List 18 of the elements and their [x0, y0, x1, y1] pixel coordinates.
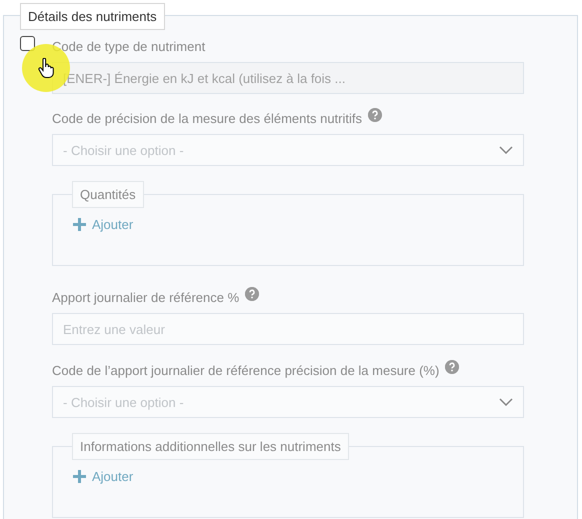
- chevron-down-icon: [499, 398, 513, 406]
- hand-cursor-icon: [38, 58, 54, 78]
- plus-icon: [73, 218, 86, 231]
- select-field[interactable]: - Choisir une option -: [52, 134, 524, 166]
- plus-icon: [73, 470, 86, 483]
- chevron-down-icon: [499, 146, 513, 154]
- section-legend: Détails des nutriments: [20, 3, 165, 30]
- checkbox[interactable]: [20, 36, 35, 51]
- add-button[interactable]: Ajouter: [73, 217, 134, 232]
- field-label: Apport journalier de référence %: [52, 290, 240, 304]
- field-label: Code de l’apport journalier de référence précision de la mesure (%): [52, 362, 440, 378]
- group-legend: Informations additionnelles sur les nutriments: [72, 433, 349, 460]
- field-label: Code de type de nutriment: [52, 38, 206, 54]
- input-field[interactable]: Entrez une valeur: [52, 313, 524, 345]
- add-button[interactable]: Ajouter: [73, 469, 134, 484]
- group-legend: Quantités: [72, 181, 144, 208]
- field-label: Code de précision de la mesure des éléments nutritifs: [52, 110, 362, 126]
- select-field[interactable]: - Choisir une option -: [52, 386, 524, 418]
